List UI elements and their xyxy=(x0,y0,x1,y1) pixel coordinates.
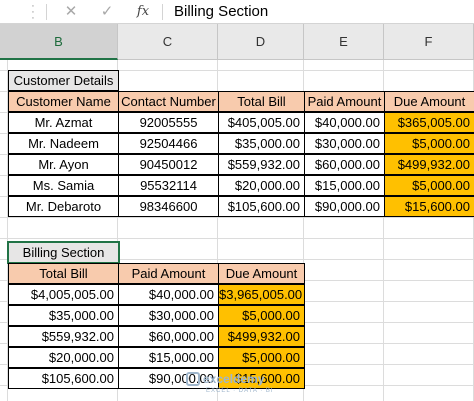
divider xyxy=(46,4,47,20)
exceldemy-logo-icon xyxy=(186,372,200,386)
column-header-c[interactable]: C xyxy=(118,24,218,60)
customer-table-cell[interactable]: $365,005.00 xyxy=(384,112,474,133)
customer-table-cell[interactable]: $559,932.00 xyxy=(218,154,305,175)
customer-table-cell[interactable]: 90450012 xyxy=(118,154,219,175)
customer-table-header[interactable]: Due Amount xyxy=(384,91,474,112)
billing-table-header[interactable]: Due Amount xyxy=(218,263,305,284)
billing-table-cell[interactable]: $499,932.00 xyxy=(218,326,305,347)
gridline xyxy=(0,217,474,218)
customer-table-cell[interactable]: $15,600.00 xyxy=(384,196,474,217)
formula-bar: · · · ✕ ✓ fx Billing Section xyxy=(0,0,474,24)
customer-table-cell[interactable]: $90,000.00 xyxy=(304,196,385,217)
formula-input[interactable]: Billing Section xyxy=(174,0,268,24)
customer-table-cell[interactable]: $30,000.00 xyxy=(304,133,385,154)
customer-table-cell[interactable]: 95532114 xyxy=(118,175,219,196)
customer-table-header[interactable]: Customer Name xyxy=(8,91,119,112)
billing-table-cell[interactable]: $35,000.00 xyxy=(8,305,119,326)
customer-table-cell[interactable]: $105,600.00 xyxy=(218,196,305,217)
customer-table-cell[interactable]: Mr. Azmat xyxy=(8,112,119,133)
billing-table-cell[interactable]: $15,000.00 xyxy=(118,347,219,368)
enter-icon[interactable]: ✓ xyxy=(96,2,118,22)
watermark: exceldemy EXCEL · DATA · BI xyxy=(186,372,274,394)
column-header-d[interactable]: D xyxy=(218,24,304,60)
customer-table-cell[interactable]: 92504466 xyxy=(118,133,219,154)
billing-table-cell[interactable]: $5,000.00 xyxy=(218,347,305,368)
column-header-b[interactable]: B xyxy=(0,24,118,60)
customer-table-cell[interactable]: $5,000.00 xyxy=(384,175,474,196)
billing-table-cell[interactable]: $30,000.00 xyxy=(118,305,219,326)
customer-table-cell[interactable]: $35,000.00 xyxy=(218,133,305,154)
column-header-e[interactable]: E xyxy=(304,24,384,60)
customer-table-cell[interactable]: 98346600 xyxy=(118,196,219,217)
worksheet-grid[interactable]: Customer Details Customer Name Contact Num… xyxy=(0,60,474,401)
customer-table-cell[interactable]: $499,932.00 xyxy=(384,154,474,175)
watermark-name: exceldemy xyxy=(203,371,265,386)
customer-table-cell[interactable]: Mr. Ayon xyxy=(8,154,119,175)
customer-table-cell[interactable]: $15,000.00 xyxy=(304,175,385,196)
customer-table-cell[interactable]: 92005555 xyxy=(118,112,219,133)
billing-table-cell[interactable]: $3,965,005.00 xyxy=(218,284,305,305)
billing-table-cell[interactable]: $40,000.00 xyxy=(118,284,219,305)
customer-table-cell[interactable]: $40,000.00 xyxy=(304,112,385,133)
insert-function-icon[interactable]: fx xyxy=(132,2,154,22)
drag-handle-icon[interactable]: · · · xyxy=(30,1,36,24)
column-header-f[interactable]: F xyxy=(384,24,474,60)
customer-details-title[interactable]: Customer Details xyxy=(8,70,119,91)
customer-table-header[interactable]: Total Bill xyxy=(218,91,305,112)
cancel-icon[interactable]: ✕ xyxy=(60,2,82,22)
billing-table-cell[interactable]: $5,000.00 xyxy=(218,305,305,326)
customer-table-cell[interactable]: $405,005.00 xyxy=(218,112,305,133)
customer-table-cell[interactable]: $60,000.00 xyxy=(304,154,385,175)
billing-table-cell[interactable]: $60,000.00 xyxy=(118,326,219,347)
customer-table-cell[interactable]: $5,000.00 xyxy=(384,133,474,154)
customer-table-cell[interactable]: $20,000.00 xyxy=(218,175,305,196)
watermark-tagline: EXCEL · DATA · BI xyxy=(206,388,274,394)
billing-table-cell[interactable]: $20,000.00 xyxy=(8,347,119,368)
customer-table-cell[interactable]: Mr. Nadeem xyxy=(8,133,119,154)
billing-table-header[interactable]: Paid Amount xyxy=(118,263,219,284)
billing-section-title[interactable]: Billing Section xyxy=(7,241,120,264)
customer-table-cell[interactable]: Ms. Samia xyxy=(8,175,119,196)
billing-table-header[interactable]: Total Bill xyxy=(8,263,119,284)
customer-table-header[interactable]: Paid Amount xyxy=(304,91,385,112)
customer-table-cell[interactable]: Mr. Debaroto xyxy=(8,196,119,217)
billing-table-cell[interactable]: $4,005,005.00 xyxy=(8,284,119,305)
divider xyxy=(162,4,163,20)
gridline xyxy=(0,238,474,239)
billing-table-cell[interactable]: $105,600.00 xyxy=(8,368,119,389)
customer-table-header[interactable]: Contact Number xyxy=(118,91,219,112)
billing-table-cell[interactable]: $559,932.00 xyxy=(8,326,119,347)
